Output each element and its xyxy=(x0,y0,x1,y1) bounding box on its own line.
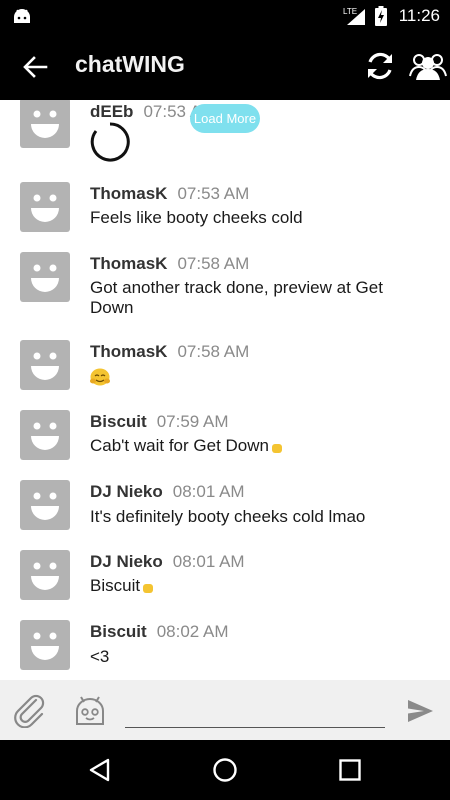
message-time: 07:58 AM xyxy=(177,254,250,273)
nav-recents-icon[interactable] xyxy=(336,756,364,784)
message-meta: Biscuit 07:59 AM xyxy=(90,412,229,432)
message-username: ThomasK xyxy=(90,254,168,273)
smiley-avatar-icon xyxy=(31,632,59,660)
message-time: 08:01 AM xyxy=(172,482,245,501)
hugging-emoji-icon xyxy=(90,368,110,386)
emoji-icon[interactable] xyxy=(72,692,108,728)
status-bar: LTE 11:26 xyxy=(0,0,450,32)
avatar[interactable] xyxy=(20,480,70,530)
message-text: Cab't wait for Get Down xyxy=(90,436,269,455)
message-input[interactable] xyxy=(125,694,385,728)
message-text: Got another track done, preview at Get D… xyxy=(90,278,383,317)
smiley-avatar-icon xyxy=(31,492,59,520)
small-emoji-icon xyxy=(271,444,282,453)
message-time: 07:59 AM xyxy=(156,412,229,431)
message-item: DJ Nieko 08:01 AM Biscuit xyxy=(0,550,450,620)
message-item: Biscuit 08:02 AM <3 xyxy=(0,620,450,680)
app-bar: chatWING xyxy=(0,32,450,100)
message-text: It's definitely booty cheeks cold lmao xyxy=(90,507,366,526)
message-item: Biscuit 07:59 AM Cab't wait for Get Down xyxy=(0,410,450,480)
small-emoji-icon xyxy=(143,584,154,593)
battery-charging-icon xyxy=(374,6,387,26)
message-meta: ThomasK 07:53 AM xyxy=(90,184,249,204)
message-meta: Biscuit 08:02 AM xyxy=(90,622,229,642)
message-meta: ThomasK 07:58 AM xyxy=(90,342,249,362)
nav-home-icon[interactable] xyxy=(211,756,239,784)
message-text: <3 xyxy=(90,647,110,666)
message-username: DJ Nieko xyxy=(90,482,163,501)
smiley-avatar-icon xyxy=(31,352,59,380)
message-item: dEEb 07:53 AM Load More xyxy=(0,100,450,178)
avatar[interactable] xyxy=(20,620,70,670)
smiley-avatar-icon xyxy=(31,562,59,590)
avatar[interactable] xyxy=(20,182,70,232)
message-username: Biscuit xyxy=(90,622,147,641)
message-meta: ThomasK 07:58 AM xyxy=(90,254,249,274)
message-time: 08:02 AM xyxy=(156,622,229,641)
message-username: ThomasK xyxy=(90,342,168,361)
send-icon[interactable] xyxy=(405,696,435,726)
loading-spinner-icon xyxy=(90,122,130,162)
refresh-icon[interactable] xyxy=(362,48,398,84)
compose-bar xyxy=(0,680,450,740)
network-label: LTE xyxy=(343,7,357,16)
message-text-row: Cab't wait for Get Down xyxy=(90,436,410,456)
android-notification-icon xyxy=(14,9,30,23)
system-nav-bar xyxy=(0,740,450,800)
message-text-row: Biscuit xyxy=(90,576,410,596)
paperclip-icon[interactable] xyxy=(12,692,48,728)
message-time: 07:58 AM xyxy=(177,342,250,361)
avatar[interactable] xyxy=(20,340,70,390)
back-arrow-icon[interactable] xyxy=(20,52,50,82)
message-time: 08:01 AM xyxy=(172,552,245,571)
smiley-avatar-icon xyxy=(31,194,59,222)
message-username: Biscuit xyxy=(90,412,147,431)
message-item: ThomasK 07:58 AM Got another track done, … xyxy=(0,250,450,340)
nav-back-icon[interactable] xyxy=(86,756,114,784)
load-more-button[interactable]: Load More xyxy=(190,104,260,133)
lte-signal-icon: LTE xyxy=(343,7,365,25)
message-meta: DJ Nieko 08:01 AM xyxy=(90,552,245,572)
smiley-avatar-icon xyxy=(31,422,59,450)
message-username: DJ Nieko xyxy=(90,552,163,571)
message-item: ThomasK 07:53 AM Feels like booty cheeks … xyxy=(0,180,450,250)
smiley-avatar-icon xyxy=(31,264,59,292)
message-item: DJ Nieko 08:01 AM It's definitely booty c… xyxy=(0,480,450,550)
message-username: ThomasK xyxy=(90,184,168,203)
avatar[interactable] xyxy=(20,252,70,302)
clock: 11:26 xyxy=(398,6,440,25)
message-text: Biscuit xyxy=(90,576,141,595)
message-time: 07:53 AM xyxy=(177,184,250,203)
message-item: ThomasK 07:58 AM xyxy=(0,340,450,410)
message-text: Feels like booty cheeks cold xyxy=(90,208,303,227)
message-meta: DJ Nieko 08:01 AM xyxy=(90,482,245,502)
message-list[interactable]: dEEb 07:53 AM Load More ThomasK 07:53 AM F… xyxy=(0,100,450,680)
page-title: chatWING xyxy=(75,51,185,77)
smiley-avatar-icon xyxy=(31,110,59,138)
message-username: dEEb xyxy=(90,102,134,121)
users-icon[interactable] xyxy=(408,48,448,84)
avatar[interactable] xyxy=(20,410,70,460)
avatar[interactable] xyxy=(20,100,70,148)
avatar[interactable] xyxy=(20,550,70,600)
